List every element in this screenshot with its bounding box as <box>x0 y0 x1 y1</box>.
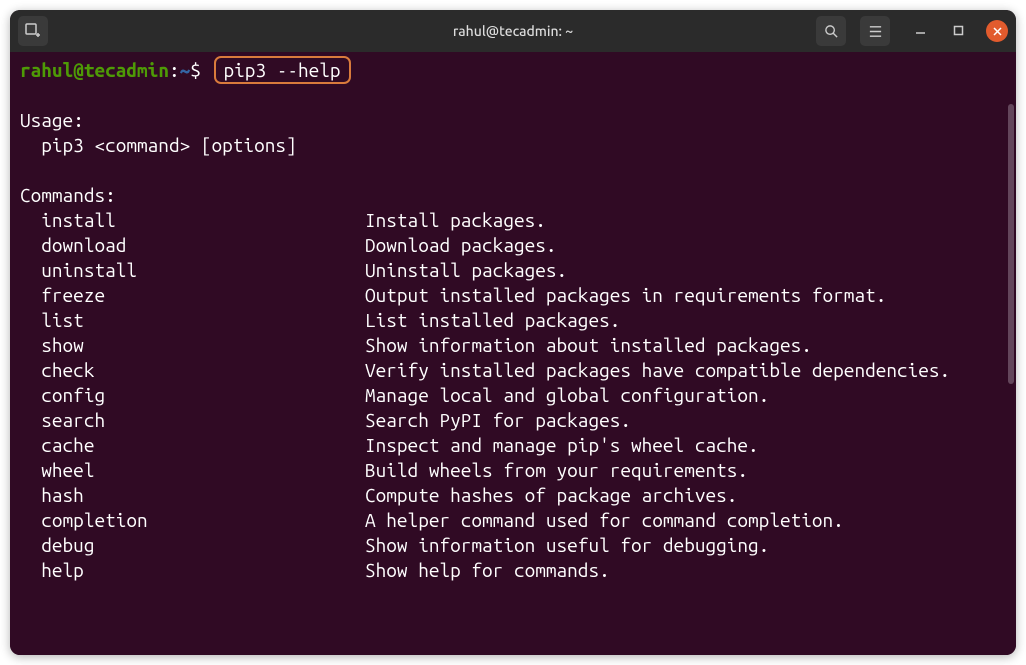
command-description: Inspect and manage pip's wheel cache. <box>365 433 1006 458</box>
titlebar-left <box>18 16 48 46</box>
command-description: Search PyPI for packages. <box>365 408 1006 433</box>
command-name: search <box>20 408 365 433</box>
minimize-icon <box>915 25 926 36</box>
command-row: configManage local and global configurat… <box>20 383 1006 408</box>
prompt-colon: : <box>169 59 180 81</box>
command-row: installInstall packages. <box>20 208 1006 233</box>
command-highlight: pip3 --help <box>214 56 351 84</box>
command-name: show <box>20 333 365 358</box>
window-title: rahul@tecadmin: ~ <box>453 23 573 39</box>
command-description: Show information useful for debugging. <box>365 533 1006 558</box>
command-row: uninstallUninstall packages. <box>20 258 1006 283</box>
command-description: Compute hashes of package archives. <box>365 483 1006 508</box>
command-name: config <box>20 383 365 408</box>
command-row: searchSearch PyPI for packages. <box>20 408 1006 433</box>
search-button[interactable] <box>816 16 846 46</box>
command-row: freezeOutput installed packages in requi… <box>20 283 1006 308</box>
usage-header: Usage: <box>20 108 1006 133</box>
blank-line <box>20 83 1006 108</box>
command-description: Build wheels from your requirements. <box>365 458 1006 483</box>
close-icon <box>992 26 1003 37</box>
commands-list: installInstall packages.downloadDownload… <box>20 208 1006 583</box>
new-tab-icon <box>25 23 41 39</box>
command-name: check <box>20 358 365 383</box>
command-name: debug <box>20 533 365 558</box>
prompt-line: rahul@tecadmin:~$ pip3 --help <box>20 58 1006 83</box>
command-description: List installed packages. <box>365 308 1006 333</box>
terminal-window: rahul@tecadmin: ~ <box>10 10 1016 655</box>
blank-line <box>20 158 1006 183</box>
command-row: helpShow help for commands. <box>20 558 1006 583</box>
maximize-button[interactable] <box>948 20 968 40</box>
command-description: Uninstall packages. <box>365 258 1006 283</box>
command-name: help <box>20 558 365 583</box>
command-description: Show information about installed package… <box>365 333 1006 358</box>
command-row: showShow information about installed pac… <box>20 333 1006 358</box>
command-row: wheelBuild wheels from your requirements… <box>20 458 1006 483</box>
command-row: debugShow information useful for debuggi… <box>20 533 1006 558</box>
usage-line: pip3 <command> [options] <box>20 133 1006 158</box>
command-name: download <box>20 233 365 258</box>
command-name: list <box>20 308 365 333</box>
titlebar: rahul@tecadmin: ~ <box>10 10 1016 52</box>
command-description: Output installed packages in requirement… <box>365 283 1006 308</box>
terminal-viewport[interactable]: rahul@tecadmin:~$ pip3 --help Usage: pip… <box>10 52 1016 655</box>
command-row: completionA helper command used for comm… <box>20 508 1006 533</box>
command-description: Manage local and global configuration. <box>365 383 1006 408</box>
prompt-dollar: $ <box>190 59 201 81</box>
menu-button[interactable] <box>860 16 890 46</box>
command-name: uninstall <box>20 258 365 283</box>
command-row: checkVerify installed packages have comp… <box>20 358 1006 383</box>
command-row: cacheInspect and manage pip's wheel cach… <box>20 433 1006 458</box>
command-name: install <box>20 208 365 233</box>
command-row: hashCompute hashes of package archives. <box>20 483 1006 508</box>
commands-header: Commands: <box>20 183 1006 208</box>
window-controls <box>910 20 1008 42</box>
command-name: hash <box>20 483 365 508</box>
scrollbar-thumb[interactable] <box>1008 104 1014 384</box>
command-name: completion <box>20 508 365 533</box>
command-description: Verify installed packages have compatibl… <box>365 358 1006 383</box>
command-name: cache <box>20 433 365 458</box>
command-row: listList installed packages. <box>20 308 1006 333</box>
minimize-button[interactable] <box>910 20 930 40</box>
command-description: Install packages. <box>365 208 1006 233</box>
command-description: Show help for commands. <box>365 558 1006 583</box>
command-row: downloadDownload packages. <box>20 233 1006 258</box>
close-button[interactable] <box>986 20 1008 42</box>
command-name: wheel <box>20 458 365 483</box>
command-name: freeze <box>20 283 365 308</box>
command-description: A helper command used for command comple… <box>365 508 1006 533</box>
search-icon <box>824 24 839 39</box>
hamburger-icon <box>868 24 883 39</box>
maximize-icon <box>953 25 964 36</box>
new-tab-button[interactable] <box>18 16 48 46</box>
prompt-user-host: rahul@tecadmin <box>20 59 169 81</box>
titlebar-right <box>816 16 1008 46</box>
command-description: Download packages. <box>365 233 1006 258</box>
prompt-cwd: ~ <box>180 59 191 81</box>
